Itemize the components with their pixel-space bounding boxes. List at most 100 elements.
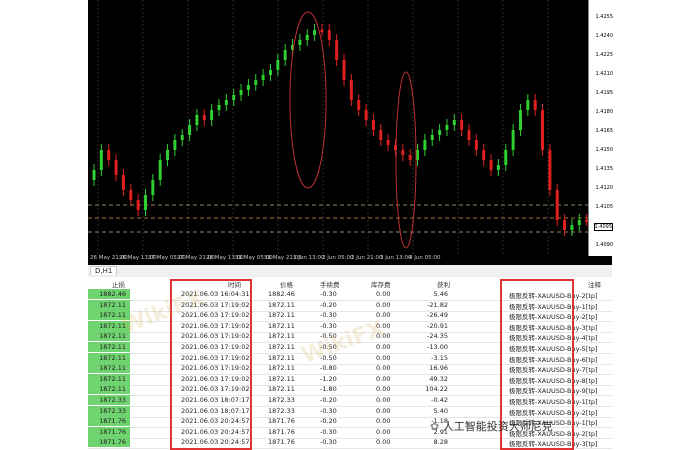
chart-tab[interactable]: D,H1 bbox=[90, 266, 118, 275]
candle-body bbox=[254, 80, 258, 85]
candle-body bbox=[158, 160, 162, 180]
price-tick-label: 1.4255 bbox=[595, 14, 614, 20]
sl-cell: 1872.11 bbox=[88, 363, 130, 374]
candle-body bbox=[489, 160, 493, 170]
swap-cell: 0.00 bbox=[376, 364, 391, 373]
candle-body bbox=[511, 130, 515, 150]
candlestick-chart[interactable] bbox=[88, 0, 588, 256]
sl-cell: 1871.76 bbox=[88, 437, 130, 448]
candle-body bbox=[305, 35, 309, 40]
price-cell: 1872.11 bbox=[268, 311, 295, 320]
price-chart[interactable] bbox=[88, 0, 612, 265]
wechat-icon: ✿ bbox=[430, 420, 440, 433]
time-tick-label: 4 Jun 05:00 bbox=[409, 255, 441, 261]
profit-cell: -20.91 bbox=[427, 321, 448, 330]
watermark-text: 人工智能投资大师尼克 bbox=[442, 420, 553, 433]
wechat-watermark: ✿ 人工智能投资大师尼克 bbox=[430, 418, 553, 434]
profit-cell: -0.42 bbox=[431, 396, 448, 404]
price-axis: 1.4255 1.4240 1.4225 1.4210 1.4195 1.4180 1.41… bbox=[588, 0, 613, 256]
sl-cell: 1872.11 bbox=[88, 352, 130, 363]
header-swap[interactable]: 库存费 bbox=[371, 279, 391, 289]
candle-body bbox=[92, 170, 96, 180]
candle-body bbox=[563, 220, 567, 230]
price-tick-label: 1.4095 bbox=[593, 223, 613, 231]
sl-cell: 1872.11 bbox=[88, 373, 130, 384]
swap-cell: 0.00 bbox=[376, 385, 391, 394]
price-tick-label: 1.4090 bbox=[595, 242, 614, 248]
commission-cell: -1.80 bbox=[320, 385, 337, 394]
time-tick-label: 1 Jun 13:00 bbox=[293, 255, 325, 261]
swap-cell: 0.00 bbox=[376, 438, 391, 447]
price-tick-label: 1.4180 bbox=[595, 109, 614, 115]
swap-cell: 0.00 bbox=[376, 290, 391, 298]
price-cell: 1882.46 bbox=[268, 290, 295, 298]
price-cell: 1872.33 bbox=[268, 406, 295, 415]
price-tick-label: 1.4120 bbox=[595, 185, 614, 191]
price-cell: 1871.76 bbox=[268, 427, 295, 436]
swap-cell: 0.00 bbox=[376, 406, 391, 415]
candle-body bbox=[482, 150, 486, 160]
candle-body bbox=[283, 50, 287, 60]
profit-cell: -24.35 bbox=[427, 332, 448, 341]
commission-cell: -0.20 bbox=[320, 417, 337, 426]
price-tick-label: 1.4135 bbox=[595, 166, 614, 172]
candle-body bbox=[357, 100, 361, 110]
candle-body bbox=[349, 80, 353, 100]
commission-cell: -1.20 bbox=[320, 374, 337, 383]
price-tick-label: 1.4105 bbox=[595, 204, 614, 210]
candle-body bbox=[541, 110, 545, 150]
candle-body bbox=[533, 100, 537, 110]
candle-body bbox=[555, 190, 559, 220]
header-profit[interactable]: 获利 bbox=[437, 279, 450, 289]
profit-cell: 16.96 bbox=[429, 364, 448, 373]
commission-cell: -0.30 bbox=[320, 406, 337, 415]
candle-body bbox=[246, 85, 250, 90]
commission-cell: -0.30 bbox=[320, 438, 337, 447]
candle-body bbox=[570, 225, 574, 230]
candle-body bbox=[438, 130, 442, 135]
swap-cell: 0.00 bbox=[376, 343, 391, 351]
candle-body bbox=[379, 130, 383, 140]
profit-cell: 5.46 bbox=[433, 290, 448, 298]
candle-body bbox=[526, 100, 530, 110]
price-cell: 1872.11 bbox=[268, 332, 295, 341]
candle-body bbox=[195, 115, 199, 125]
sl-cell: 1871.76 bbox=[88, 416, 130, 427]
price-cell: 1872.33 bbox=[268, 396, 295, 404]
candle-body bbox=[320, 30, 324, 32]
candle-body bbox=[445, 125, 449, 130]
price-tick-label: 1.4195 bbox=[595, 90, 614, 96]
candle-body bbox=[371, 120, 375, 130]
price-cell: 1872.11 bbox=[268, 385, 295, 394]
header-comment[interactable]: 注释 bbox=[588, 279, 601, 289]
header-price[interactable]: 价格 bbox=[280, 279, 293, 289]
sl-cell: 1872.11 bbox=[88, 384, 130, 395]
swap-cell: 0.00 bbox=[376, 396, 391, 404]
candle-body bbox=[188, 125, 192, 135]
candle-body bbox=[107, 150, 111, 160]
candle-body bbox=[202, 115, 206, 120]
time-tick-label: 3 Jun 13:00 bbox=[380, 255, 412, 261]
price-cell: 1871.76 bbox=[268, 438, 295, 447]
swap-cell: 0.00 bbox=[376, 374, 391, 383]
candle-body bbox=[504, 150, 508, 165]
candle-body bbox=[268, 70, 272, 75]
left-margin bbox=[0, 0, 88, 265]
candle-body bbox=[298, 40, 302, 45]
candle-body bbox=[180, 135, 184, 140]
header-sl[interactable]: 止损 bbox=[112, 279, 125, 289]
price-cell: 1872.11 bbox=[268, 364, 295, 373]
candle-body bbox=[99, 150, 103, 170]
time-axis: 26 May 21:00 26 May 13:00 27 May 05:00 27 M… bbox=[88, 254, 588, 265]
candle-body bbox=[276, 60, 280, 70]
header-commission[interactable]: 手续费 bbox=[320, 279, 340, 289]
swap-cell: 0.00 bbox=[376, 427, 391, 436]
price-tick-label: 1.4240 bbox=[595, 33, 614, 39]
sl-cell: 1871.76 bbox=[88, 426, 130, 437]
swap-cell: 0.00 bbox=[376, 353, 391, 362]
candle-body bbox=[210, 110, 214, 120]
sl-cell: 1872.11 bbox=[88, 342, 130, 352]
candle-body bbox=[467, 130, 471, 140]
profit-cell: -13.00 bbox=[427, 343, 448, 351]
candle-body bbox=[423, 140, 427, 150]
